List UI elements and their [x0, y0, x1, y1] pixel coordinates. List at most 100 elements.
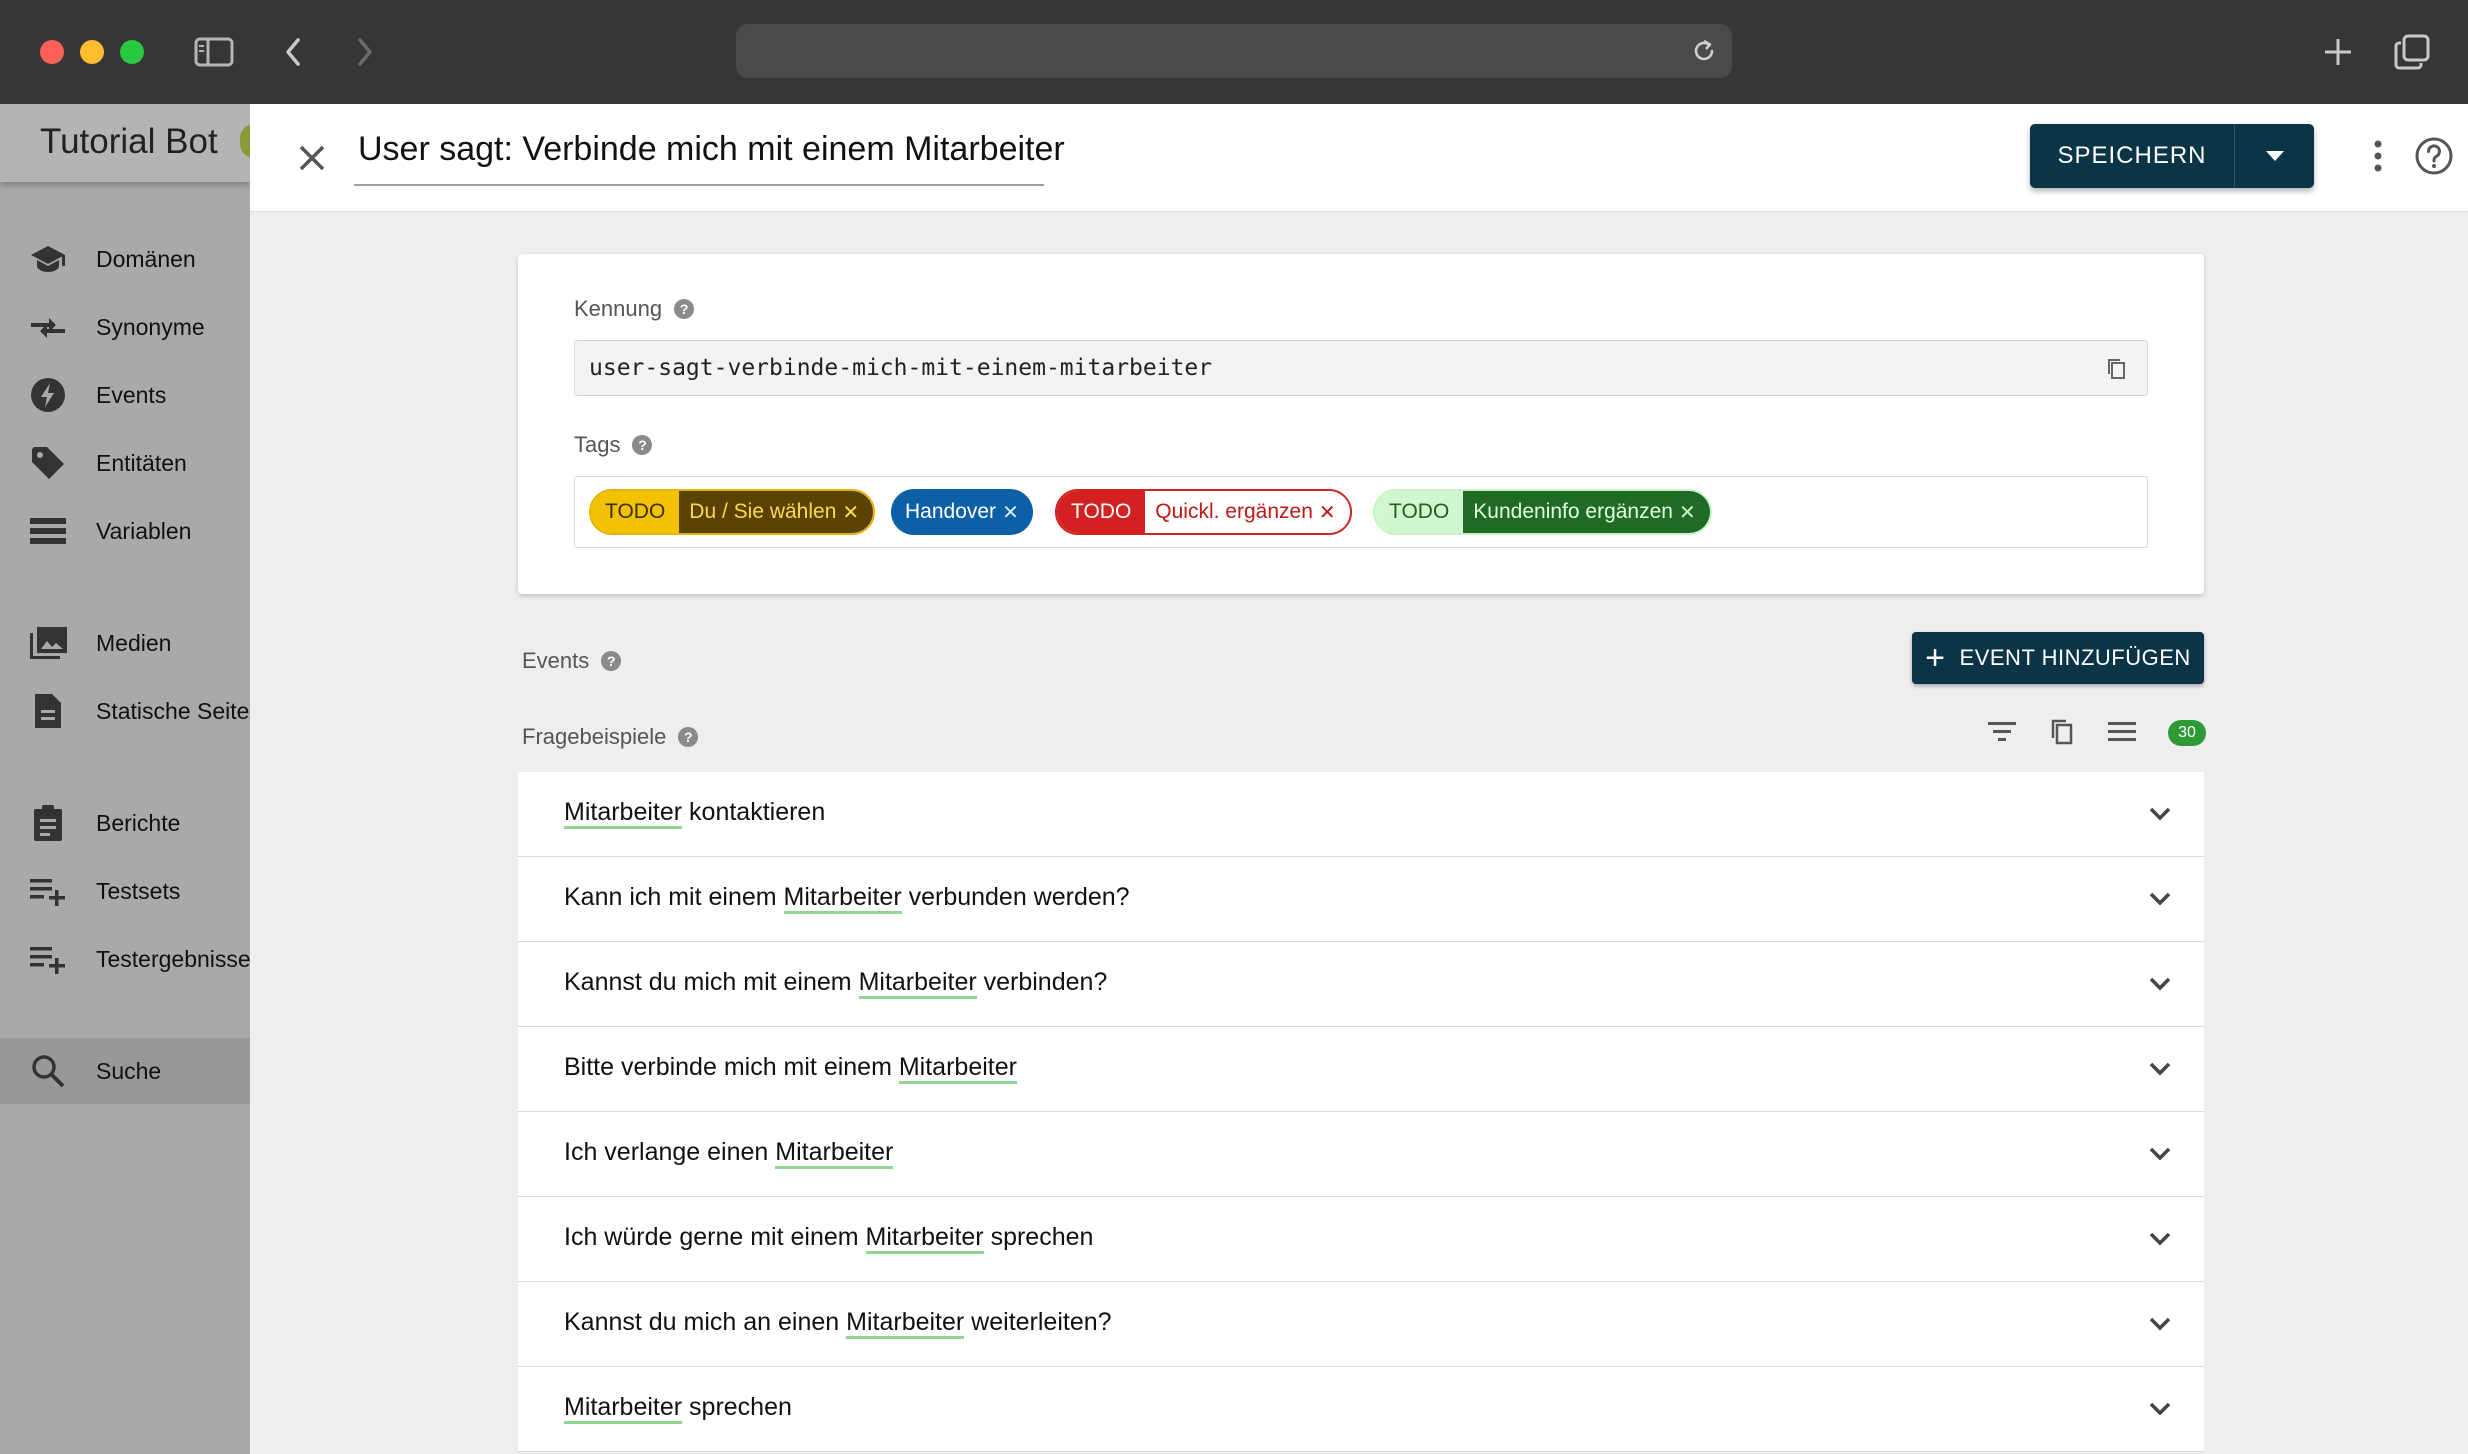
sidebar-item-testergebnisse[interactable]: Testergebnisse	[0, 926, 250, 992]
example-text: Mitarbeiter sprechen	[564, 1393, 792, 1424]
more-options-button[interactable]	[2356, 134, 2400, 178]
sidebar-item-events[interactable]: Events	[0, 362, 250, 428]
new-tab-icon[interactable]	[2316, 30, 2360, 74]
playlist-add-icon	[28, 871, 68, 911]
example-text: Kannst du mich an einen Mitarbeiter weit…	[564, 1308, 1112, 1339]
sidebar-item-label: Entitäten	[96, 449, 187, 476]
list-item[interactable]: Ich würde gerne mit einem Mitarbeiter sp…	[518, 1197, 2204, 1282]
example-text: Kann ich mit einem Mitarbeiter verbunden…	[564, 883, 1130, 914]
sidebar-item-label: Variablen	[96, 517, 192, 544]
more-vert-icon	[2374, 140, 2382, 172]
chevron-down-icon[interactable]	[2142, 1136, 2178, 1172]
tag-text: Handover	[905, 500, 997, 523]
sidebar-item-medien[interactable]: Medien	[0, 610, 250, 676]
list-item[interactable]: Mitarbeiter sprechen	[518, 1367, 2204, 1452]
sidebar-item-label: Medien	[96, 629, 172, 656]
chevron-down-icon[interactable]	[2142, 796, 2178, 832]
entity-annotation[interactable]: Mitarbeiter	[858, 968, 977, 999]
kennung-value: user-sagt-verbinde-mich-mit-einem-mitarb…	[589, 355, 1213, 381]
list-icon	[28, 511, 68, 551]
tag-prefix: TODO	[1057, 491, 1146, 533]
save-options-button[interactable]	[2235, 124, 2314, 188]
list-item[interactable]: Kannst du mich mit einem Mitarbeiter ver…	[518, 942, 2204, 1027]
entity-annotation[interactable]: Mitarbeiter	[564, 798, 683, 829]
sidebar-item-synonyme[interactable]: Synonyme	[0, 294, 250, 360]
entity-annotation[interactable]: Mitarbeiter	[775, 1138, 894, 1169]
chevron-down-icon[interactable]	[2142, 1051, 2178, 1087]
tag-chip[interactable]: TODO Kundeninfo ergänzen ✕	[1373, 489, 1712, 535]
sidebar-item-statische-seiten[interactable]: Statische Seiten	[0, 678, 250, 744]
list-item[interactable]: Kann ich mit einem Mitarbeiter verbunden…	[518, 857, 2204, 942]
entity-annotation[interactable]: Mitarbeiter	[898, 1053, 1017, 1084]
remove-tag-icon[interactable]: ✕	[1318, 491, 1350, 533]
list-view-icon[interactable]	[2102, 712, 2142, 752]
chevron-down-icon[interactable]	[2142, 966, 2178, 1002]
save-button[interactable]: SPEICHERN	[2030, 142, 2234, 170]
remove-tag-icon[interactable]: ✕	[842, 491, 874, 533]
sidebar-item-testsets[interactable]: Testsets	[0, 858, 250, 924]
sidebar-item-entitaeten[interactable]: Entitäten	[0, 430, 250, 496]
list-item[interactable]: Bitte verbinde mich mit einem Mitarbeite…	[518, 1027, 2204, 1112]
document-icon	[28, 691, 68, 731]
sidebar-item-variablen[interactable]: Variablen	[0, 498, 250, 564]
list-item[interactable]: Kannst du mich an einen Mitarbeiter weit…	[518, 1282, 2204, 1367]
add-event-button[interactable]: + EVENT HINZUFÜGEN	[1912, 632, 2204, 684]
tag-text: Quickl. ergänzen	[1145, 491, 1319, 533]
example-text: Bitte verbinde mich mit einem Mitarbeite…	[564, 1053, 1017, 1084]
help-icon[interactable]: ?	[601, 651, 622, 671]
copy-icon[interactable]	[2105, 357, 2129, 381]
tag-prefix: TODO	[1375, 491, 1464, 533]
sidebar-item-label: Testergebnisse	[96, 945, 250, 972]
sidebar-item-label: Testsets	[96, 877, 181, 904]
example-text: Ich würde gerne mit einem Mitarbeiter sp…	[564, 1223, 1094, 1254]
entity-annotation[interactable]: Mitarbeiter	[846, 1308, 965, 1339]
entity-annotation[interactable]: Mitarbeiter	[783, 883, 902, 914]
intent-editor-dialog: User sagt: Verbinde mich mit einem Mitar…	[250, 104, 2468, 1454]
kennung-label-text: Kennung	[574, 296, 663, 321]
tag-chip[interactable]: TODO Quickl. ergänzen ✕	[1055, 489, 1352, 535]
address-bar[interactable]	[736, 24, 1732, 78]
help-icon[interactable]: ?	[678, 727, 699, 747]
remove-tag-icon[interactable]: ✕	[1678, 491, 1710, 533]
help-button[interactable]	[2412, 134, 2456, 178]
back-icon[interactable]	[272, 30, 316, 74]
entity-annotation[interactable]: Mitarbeiter	[564, 1393, 683, 1424]
tags-field[interactable]: TODO Du / Sie wählen ✕ Handover ✕ TODO Q…	[574, 476, 2148, 548]
sidebar-item-suche[interactable]: Suche	[0, 1038, 250, 1104]
dialog-header: User sagt: Verbinde mich mit einem Mitar…	[250, 104, 2468, 212]
chevron-down-icon[interactable]	[2142, 1306, 2178, 1342]
filter-icon[interactable]	[1982, 712, 2022, 752]
list-item[interactable]: Mitarbeiter kontaktieren	[518, 772, 2204, 857]
sidebar-header: Tutorial Bot	[0, 104, 250, 182]
dialog-title-input[interactable]: User sagt: Verbinde mich mit einem Mitar…	[354, 130, 1065, 186]
sidebar-item-domaenen[interactable]: Domänen	[0, 226, 250, 292]
entity-annotation[interactable]: Mitarbeiter	[865, 1223, 984, 1254]
help-icon[interactable]: ?	[674, 299, 695, 319]
example-text-after: verbinden?	[976, 968, 1108, 996]
tab-overview-icon[interactable]	[2390, 30, 2434, 74]
reload-icon[interactable]	[1690, 37, 1718, 65]
copy-icon[interactable]	[2042, 712, 2082, 752]
forward-icon[interactable]	[342, 30, 386, 74]
remove-tag-icon[interactable]: ✕	[1002, 489, 1033, 535]
tag-chip[interactable]: Handover ✕	[891, 489, 1033, 535]
minimize-window-button[interactable]	[80, 40, 104, 64]
maximize-window-button[interactable]	[120, 40, 144, 64]
help-icon[interactable]: ?	[632, 435, 653, 455]
chevron-down-icon[interactable]	[2142, 881, 2178, 917]
kennung-field[interactable]: user-sagt-verbinde-mich-mit-einem-mitarb…	[574, 340, 2148, 396]
help-icon	[2415, 137, 2453, 175]
close-window-button[interactable]	[40, 40, 64, 64]
example-text-before: Kannst du mich mit einem	[564, 968, 859, 996]
sidebar-item-berichte[interactable]: Berichte	[0, 790, 250, 856]
example-text-after: sprechen	[983, 1223, 1094, 1251]
compare-arrows-icon	[28, 307, 68, 347]
sidebar-toggle-icon[interactable]	[192, 30, 236, 74]
close-dialog-button[interactable]	[290, 136, 334, 180]
list-item[interactable]: Ich verlange einen Mitarbeiter	[518, 1112, 2204, 1197]
tag-chip[interactable]: TODO Du / Sie wählen ✕	[589, 489, 876, 535]
example-text-after: kontaktieren	[682, 798, 826, 826]
chevron-down-icon[interactable]	[2142, 1391, 2178, 1427]
chevron-down-icon[interactable]	[2142, 1221, 2178, 1257]
sidebar-item-label: Domänen	[96, 245, 196, 272]
